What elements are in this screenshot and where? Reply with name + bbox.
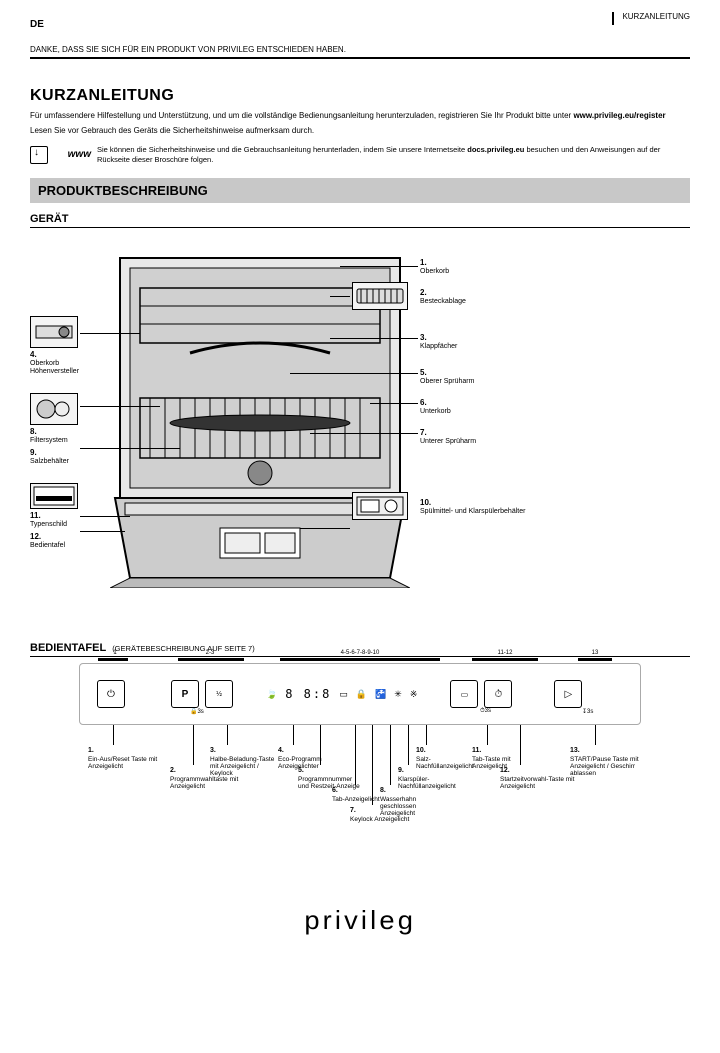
- thumb-cutlery: [352, 282, 408, 310]
- thumb-rating: [30, 483, 78, 509]
- header-doctype: KURZANLEITUNG: [612, 12, 690, 25]
- program-button[interactable]: P: [171, 680, 199, 708]
- eco-icon: 🍃: [266, 689, 277, 700]
- rinse-icon: ✳: [394, 689, 402, 700]
- display-digits: 8 8:8: [285, 687, 331, 701]
- start-button[interactable]: ▷: [554, 680, 582, 708]
- page-title: KURZANLEITUNG: [30, 87, 690, 105]
- section-product: PRODUKTBESCHREIBUNG: [30, 178, 690, 203]
- panel-labels: 1.Ein-Aus/Reset Taste mit Anzeigelicht 2…: [80, 725, 640, 875]
- salt-icon: ※: [410, 689, 418, 700]
- brand-logo: privileg: [30, 905, 690, 936]
- delay-button[interactable]: ⏱: [484, 680, 512, 708]
- download-icon: [30, 146, 48, 164]
- tap-icon: 🚰: [375, 689, 386, 700]
- appliance-diagram: 4.Oberkorb Höhenversteller 8.Filtersyste…: [30, 238, 690, 618]
- halfload-button[interactable]: ½: [205, 680, 233, 708]
- power-button[interactable]: ⏻: [97, 680, 125, 708]
- thumb-dispenser: [352, 492, 408, 520]
- header-thanks: DANKE, DASS SIE SICH FÜR EIN PRODUKT VON…: [30, 45, 346, 55]
- tab-button[interactable]: ▭: [450, 680, 478, 708]
- intro-safety: Lesen Sie vor Gebrauch des Geräts die Si…: [30, 126, 690, 137]
- tab-icon: ▭: [339, 689, 348, 700]
- header-lang: DE: [30, 18, 346, 31]
- control-panel: 1 2-3 4-5-6-7-8-9-10 11-12 13 ⏻ P ½ 🔒3s …: [79, 663, 641, 725]
- www-icon: www: [68, 149, 91, 160]
- thumb-adjuster: [30, 316, 78, 348]
- intro-reg: Für umfassendere Hilfestellung und Unter…: [30, 111, 690, 122]
- section-appliance: GERÄT: [30, 209, 690, 228]
- lock-icon: 🔒: [356, 689, 367, 700]
- thumb-filter: [30, 393, 78, 425]
- download-text: Sie können die Sicherheitshinweise und d…: [97, 145, 690, 165]
